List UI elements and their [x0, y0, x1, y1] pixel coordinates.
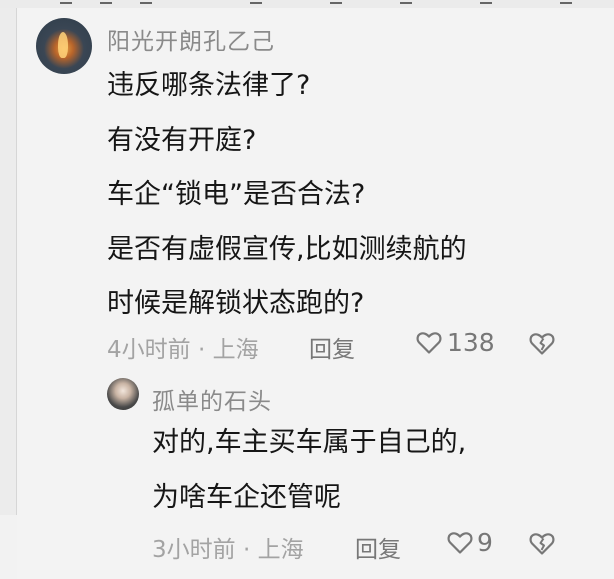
broken-heart-icon: [529, 332, 555, 356]
toolbar-glyph: [140, 0, 152, 4]
comment-meta: 4小时前 · 上海: [107, 337, 259, 363]
comment-line: 有没有开庭?: [107, 124, 257, 156]
left-frame-edge: [0, 8, 17, 515]
reply-avatar[interactable]: [107, 378, 139, 410]
avatar-flame: [58, 32, 68, 58]
like-button[interactable]: 138: [416, 328, 495, 357]
dislike-button[interactable]: [529, 332, 555, 356]
reply-like-button[interactable]: 9: [447, 528, 493, 557]
broken-heart-icon: [529, 532, 555, 556]
comment-username[interactable]: 阳光开朗孔乙己: [107, 22, 275, 56]
reply-like-count: 9: [477, 528, 493, 557]
comment-line: 是否有虚假宣传,比如测续航的: [107, 233, 467, 265]
reply-line: 为啥车企还管呢: [152, 481, 341, 513]
toolbar-glyph: [480, 0, 492, 4]
screenshot-root: 阳光开朗孔乙己 违反哪条法律了? 有没有开庭? 车企“锁电”是否合法? 是否有虚…: [0, 0, 614, 579]
heart-outline-icon: [447, 531, 473, 555]
top-toolbar-strip: [0, 0, 614, 8]
reply-username[interactable]: 孤单的石头: [152, 382, 272, 416]
toolbar-glyph: [560, 0, 572, 4]
heart-outline-icon: [416, 331, 442, 355]
reply-reply-button[interactable]: 回复: [355, 530, 401, 564]
toolbar-glyph: [400, 0, 412, 4]
toolbar-glyph: [330, 0, 342, 4]
toolbar-glyph: [60, 0, 72, 4]
reply-meta: 3小时前 · 上海: [152, 537, 304, 563]
avatar[interactable]: [36, 18, 92, 74]
reply-content: 对的,车主买车属于自己的, 为啥车企还管呢: [152, 423, 592, 532]
reply-button[interactable]: 回复: [309, 330, 355, 364]
toolbar-glyph: [100, 0, 112, 4]
reply-dislike-button[interactable]: [529, 532, 555, 556]
like-count: 138: [447, 328, 495, 357]
comment-content: 违反哪条法律了? 有没有开庭? 车企“锁电”是否合法? 是否有虚假宣传,比如测续…: [107, 66, 587, 339]
reply-line: 对的,车主买车属于自己的,: [152, 427, 467, 458]
comment-line: 违反哪条法律了?: [107, 70, 311, 101]
toolbar-glyph: [250, 0, 262, 4]
comment-line: 车企“锁电”是否合法?: [107, 179, 366, 210]
